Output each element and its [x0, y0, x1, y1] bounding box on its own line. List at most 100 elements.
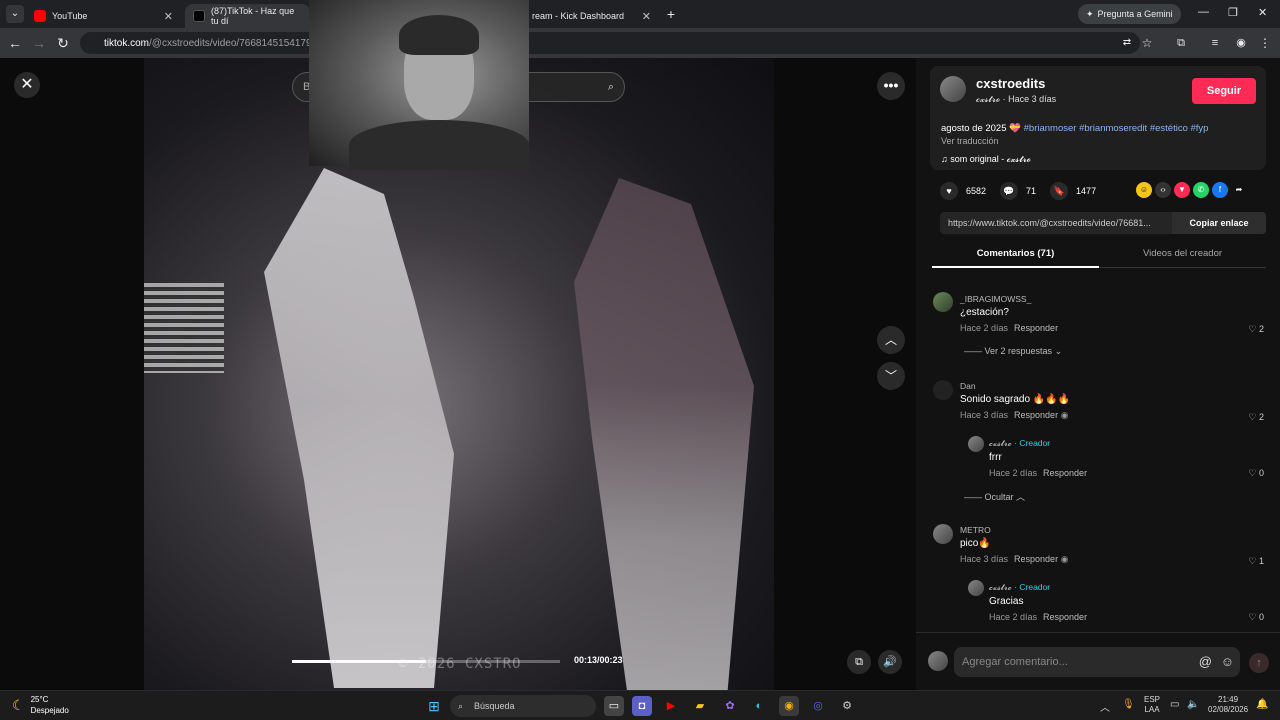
media-icon[interactable]: ≡ — [1206, 34, 1224, 52]
network-icon[interactable]: ▭ — [1170, 699, 1179, 710]
follow-button[interactable]: Seguir — [1192, 78, 1256, 104]
comment-user[interactable]: 𝓬𝔁𝓼𝓽𝓻𝓸 — [989, 438, 1012, 448]
window-close-icon[interactable]: ✕ — [1258, 6, 1267, 19]
close-viewer-button[interactable]: ✕ — [14, 72, 40, 98]
copy-link-button[interactable]: Copiar enlace — [1172, 212, 1266, 234]
extensions-icon[interactable]: ⧉ — [1172, 34, 1190, 52]
url-field[interactable]: tiktok.com/@cxstroedits/video/7668145154… — [80, 32, 1140, 54]
minimize-icon[interactable]: — — [1198, 6, 1209, 18]
share-arrow-icon[interactable]: ➦ — [1231, 182, 1247, 198]
teams-icon[interactable]: ◘ — [632, 696, 652, 716]
post-info-card: cxstroedits 𝓬𝔁𝓼𝓽𝓻𝓸 · Hace 3 días Seguir … — [930, 66, 1266, 170]
facebook-icon[interactable]: f — [1212, 182, 1228, 198]
comment-like[interactable]: ♡ 2 — [1248, 412, 1264, 423]
clock[interactable]: 21:49 02/08/2026 — [1208, 695, 1248, 715]
video-progress-bar[interactable] — [292, 660, 560, 663]
taskbar-search[interactable]: ⌕ Búsqueda — [450, 695, 596, 717]
whatsapp-icon[interactable]: ✆ — [1193, 182, 1209, 198]
emoji-icon[interactable]: ☺ — [1221, 647, 1234, 677]
send-comment-button[interactable]: ↑ — [1249, 653, 1269, 673]
commenter-avatar[interactable] — [933, 380, 953, 400]
copilot-icon[interactable]: ✿ — [720, 696, 740, 716]
gemini-button[interactable]: ✦ Pregunta a Gemini — [1078, 4, 1181, 24]
bookmark-icon[interactable]: 🔖 — [1050, 182, 1069, 200]
comment-user[interactable]: Dan — [960, 381, 1070, 391]
tab-search-button[interactable]: ⌄ — [6, 5, 24, 23]
language-indicator[interactable]: ESP LAA — [1144, 695, 1160, 715]
restore-icon[interactable]: ❐ — [1228, 6, 1238, 19]
embed-icon[interactable]: ‹› — [1155, 182, 1171, 198]
bookmark-star-icon[interactable]: ☆ — [1138, 34, 1156, 52]
hashtags[interactable]: #brianmoser #brianmoseredit #estético #f… — [1024, 123, 1209, 134]
new-tab-button[interactable]: + — [662, 5, 680, 23]
commenter-avatar[interactable] — [933, 524, 953, 544]
author-avatar[interactable] — [940, 76, 966, 102]
windows-start-icon[interactable]: ⊞ — [424, 696, 444, 716]
reply-button[interactable]: Responder — [1043, 468, 1087, 478]
notification-bell-icon[interactable]: 🔔 — [1256, 699, 1268, 710]
reply-button[interactable]: Responder — [1014, 323, 1058, 333]
saves-count: 1477 — [1076, 186, 1097, 196]
tab-comments[interactable]: Comentarios (71) — [932, 248, 1099, 268]
heart-icon[interactable]: ♥ — [940, 182, 958, 200]
microphone-icon[interactable]: 🎙 — [1122, 699, 1135, 710]
file-explorer-icon[interactable]: ▰ — [690, 696, 710, 716]
see-translation-link[interactable]: Ver traducción — [941, 136, 999, 146]
tab-youtube[interactable]: YouTube ✕ — [26, 4, 181, 28]
menu-icon[interactable]: ⋮ — [1256, 34, 1274, 52]
translate-icon[interactable]: ⇄ — [1118, 34, 1136, 52]
comment-icon[interactable]: 💬 — [1000, 182, 1019, 200]
tab-creator-videos[interactable]: Videos del creador — [1099, 248, 1266, 259]
speaker-icon[interactable]: 🔈 — [1187, 699, 1199, 710]
music-row[interactable]: ♫ som original - 𝓬𝔁𝓼𝓽𝓻𝓸 — [941, 154, 1031, 165]
video-watermark: © 2026 CXSTRO — [399, 656, 522, 672]
task-view-icon[interactable]: ▭ — [604, 696, 624, 716]
app-icon[interactable]: ⚙ — [837, 696, 857, 716]
commenter-avatar[interactable] — [933, 292, 953, 312]
search-icon[interactable]: ⌕ — [608, 73, 614, 101]
reload-icon[interactable]: ↻ — [54, 34, 72, 52]
youtube-app-icon[interactable]: ▶ — [661, 696, 681, 716]
tab-kick[interactable]: ream - Kick Dashboard ✕ — [524, 4, 659, 28]
comment-user[interactable]: METRO — [960, 525, 1068, 535]
comment-input[interactable]: Agregar comentario... @ ☺ — [954, 647, 1240, 677]
tab-tiktok[interactable]: (87)TikTok - Haz que tu dí — [185, 4, 310, 28]
forward-icon[interactable]: → — [30, 34, 48, 52]
author-name[interactable]: cxstroedits — [976, 76, 1045, 91]
reply-button[interactable]: Responder — [1043, 612, 1087, 622]
like-count: 0 — [1258, 612, 1264, 622]
floating-player-icon[interactable]: ⧉ — [847, 650, 871, 674]
url-path: /@cxstroedits/video/766814515417951 — [149, 37, 323, 49]
profile-avatar[interactable]: ◉ — [1232, 34, 1250, 52]
next-video-button[interactable]: ﹀ — [877, 362, 905, 390]
view-replies-link[interactable]: —— Ver 2 respuestas ⌄ — [964, 346, 1062, 357]
chrome-icon[interactable]: ◉ — [779, 696, 799, 716]
address-bar-row: ← → ↻ tiktok.com/@cxstroedits/video/7668… — [0, 28, 1280, 58]
comment-like[interactable]: ♡ 1 — [1248, 556, 1264, 567]
friends-share-icon[interactable]: ☺ — [1136, 182, 1152, 198]
repost-icon[interactable]: ▼ — [1174, 182, 1190, 198]
weather-widget[interactable]: ☾ 25°C Despejado — [12, 694, 69, 716]
discord-icon[interactable]: ◎ — [808, 696, 828, 716]
comment-like[interactable]: ♡ 0 — [1248, 468, 1264, 479]
back-icon[interactable]: ← — [6, 34, 24, 52]
mention-icon[interactable]: @ — [1199, 647, 1212, 677]
reply-button[interactable]: Responder — [1014, 410, 1058, 420]
hide-replies-link[interactable]: —— Ocultar ︿ — [964, 490, 1025, 503]
close-icon[interactable]: ✕ — [164, 10, 173, 23]
commenter-avatar[interactable] — [968, 580, 984, 596]
comment-like[interactable]: ♡ 0 — [1248, 612, 1264, 623]
comment-like[interactable]: ♡ 2 — [1248, 324, 1264, 335]
reply-button[interactable]: Responder — [1014, 554, 1058, 564]
commenter-avatar[interactable] — [968, 436, 984, 452]
more-options-button[interactable]: ••• — [877, 72, 905, 100]
tray-chevron-icon[interactable]: ︿ — [1100, 699, 1110, 714]
previous-video-button[interactable]: ︿ — [877, 326, 905, 354]
share-link-box[interactable]: https://www.tiktok.com/@cxstroedits/vide… — [940, 212, 1266, 234]
comment-user[interactable]: _IBRAGIMOWSS_ — [960, 294, 1058, 304]
volume-icon[interactable]: 🔊 — [878, 650, 902, 674]
edge-icon[interactable]: ◐ — [749, 696, 769, 716]
comment-user[interactable]: 𝓬𝔁𝓼𝓽𝓻𝓸 — [989, 582, 1012, 592]
dancer-figure — [574, 178, 754, 690]
close-icon[interactable]: ✕ — [642, 10, 651, 23]
